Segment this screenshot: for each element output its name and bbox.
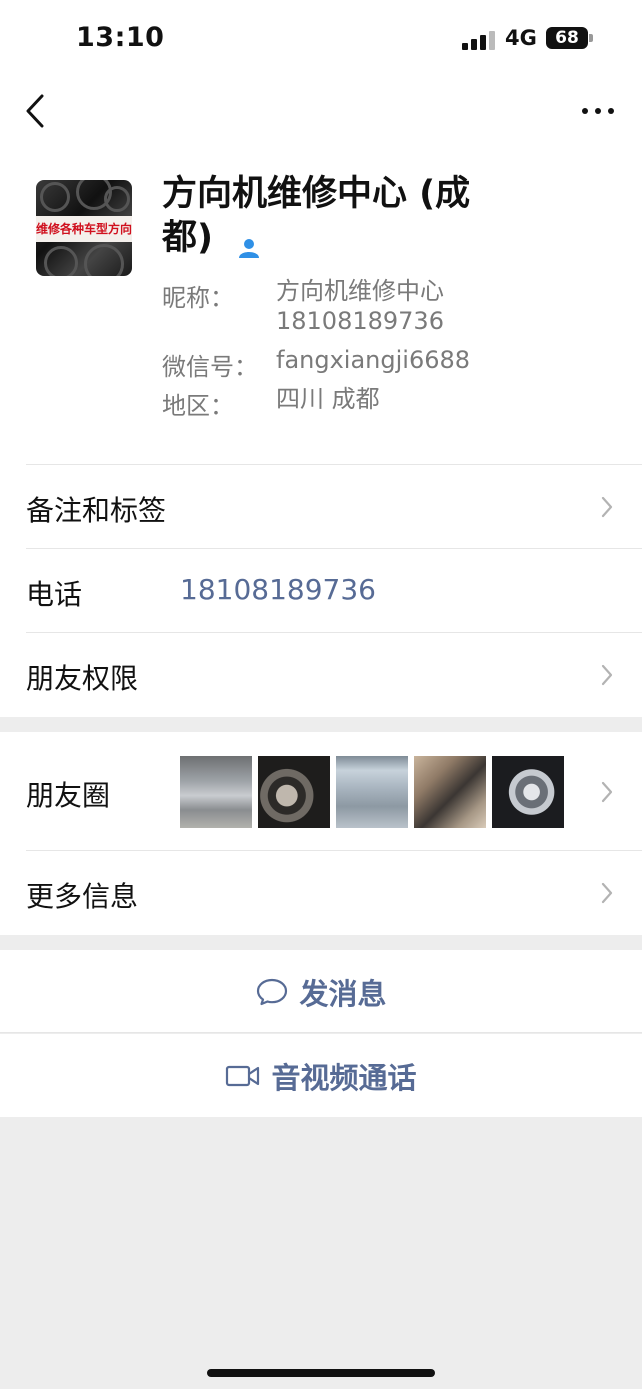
- moments-thumbnail: [180, 756, 252, 828]
- display-name-text: 方向机维修中心 (成都): [162, 174, 471, 258]
- more-info-cell[interactable]: 更多信息: [0, 851, 642, 935]
- region-label: 地区：: [162, 392, 234, 420]
- moments-cell[interactable]: 朋友圈: [0, 732, 642, 851]
- more-dot-icon: [582, 108, 588, 114]
- chat-bubble-icon: [257, 978, 288, 1005]
- person-verified-icon: [237, 227, 261, 258]
- divider: [0, 1032, 642, 1033]
- display-name: 方向机维修中心 (成都): [162, 172, 512, 260]
- moments-thumbnail: [258, 756, 330, 828]
- phone-number-link[interactable]: 18108189736: [180, 573, 376, 606]
- video-camera-icon: [226, 1065, 260, 1086]
- more-button[interactable]: [576, 96, 620, 126]
- signal-icon: [462, 30, 496, 50]
- friend-permissions-cell[interactable]: 朋友权限: [0, 633, 642, 717]
- region-value: 四川 成都: [276, 385, 380, 413]
- avatar-banner-text: 维修各种车型方向机: [36, 216, 132, 242]
- nickname-value: 方向机维修中心 18108189736: [276, 277, 444, 335]
- wechat-id-label: 微信号：: [162, 353, 258, 381]
- back-button[interactable]: [20, 86, 60, 136]
- wechat-id-value: fangxiangji6688: [276, 346, 471, 374]
- video-call-label: 音视频通话: [271, 1060, 417, 1095]
- moments-label: 朋友圈: [26, 779, 111, 812]
- video-call-button[interactable]: 音视频通话: [0, 1034, 642, 1117]
- send-message-button[interactable]: 发消息: [0, 950, 642, 1033]
- home-indicator: [207, 1369, 435, 1377]
- avatar[interactable]: 维修各种车型方向机: [36, 180, 132, 276]
- profile-header: 维修各种车型方向机 方向机维修中心 (成都) 昵称： 方向机维修中心 18108…: [0, 150, 642, 465]
- friend-permissions-label: 朋友权限: [26, 662, 139, 695]
- status-time: 13:10: [76, 22, 165, 53]
- nav-bar: [0, 78, 642, 150]
- chevron-right-icon: [601, 664, 613, 686]
- battery-tip: [589, 34, 593, 42]
- phone-cell: 电话 18108189736: [0, 549, 642, 633]
- more-dot-icon: [595, 108, 601, 114]
- nickname-label: 昵称：: [162, 284, 234, 312]
- chevron-right-icon: [601, 496, 613, 518]
- more-dot-icon: [608, 108, 614, 114]
- status-bar: 13:10 4G 68: [0, 0, 642, 78]
- send-message-label: 发消息: [299, 976, 387, 1011]
- battery-icon: 68: [546, 27, 588, 49]
- phone-label: 电话: [26, 578, 83, 611]
- moments-thumbnail: [492, 756, 564, 828]
- chevron-right-icon: [601, 882, 613, 904]
- more-info-label: 更多信息: [26, 880, 139, 913]
- moments-thumbnail: [336, 756, 408, 828]
- moments-thumbnail: [414, 756, 486, 828]
- remark-and-tags-cell[interactable]: 备注和标签: [0, 465, 642, 549]
- network-type: 4G: [505, 26, 537, 50]
- chevron-left-icon: [26, 94, 44, 128]
- remark-and-tags-label: 备注和标签: [26, 494, 167, 527]
- chevron-right-icon: [601, 781, 613, 803]
